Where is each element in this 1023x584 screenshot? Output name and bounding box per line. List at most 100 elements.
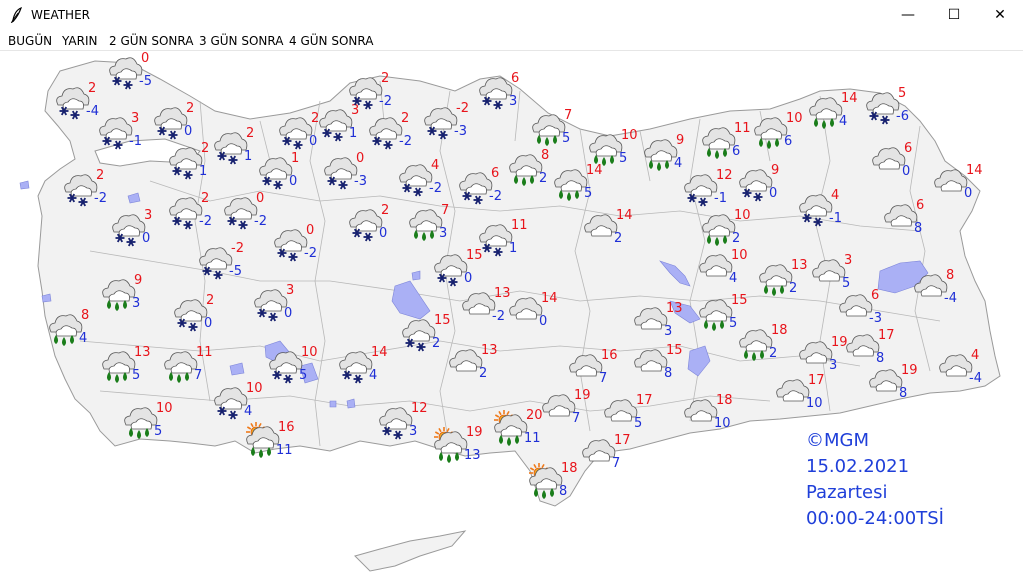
min-temp: 3	[409, 424, 417, 439]
feather-icon	[10, 7, 22, 23]
max-temp: 13	[481, 343, 498, 358]
maximize-icon: ☐	[947, 7, 961, 23]
max-temp: 16	[278, 420, 295, 435]
menu-today[interactable]: BUGÜN	[8, 34, 52, 48]
min-temp: 5	[584, 186, 592, 201]
min-temp: 0	[184, 124, 192, 139]
max-temp: 18	[771, 323, 788, 338]
min-temp: 2	[614, 231, 622, 246]
max-temp: 9	[134, 273, 142, 288]
max-temp: 2	[88, 81, 96, 96]
min-temp: -1	[129, 134, 142, 149]
date-label: 15.02.2021	[806, 456, 910, 477]
min-temp: -2	[199, 214, 212, 229]
max-temp: 15	[666, 343, 683, 358]
min-temp: 2	[432, 336, 440, 351]
max-temp: 11	[734, 121, 751, 136]
max-temp: 10	[734, 208, 751, 223]
min-temp: 1	[199, 164, 207, 179]
close-button[interactable]: ✕	[977, 0, 1023, 30]
min-temp: -2	[94, 191, 107, 206]
max-temp: 15	[434, 313, 451, 328]
max-temp: 14	[966, 163, 983, 178]
max-temp: 13	[666, 301, 683, 316]
max-temp: 14	[541, 291, 558, 306]
min-temp: 3	[132, 296, 140, 311]
min-temp: 6	[784, 134, 792, 149]
min-temp: 4	[729, 271, 737, 286]
max-temp: 2	[206, 293, 214, 308]
map-legend: ©MGM 15.02.2021 Pazartesi 00:00-24:00TSİ	[806, 428, 944, 532]
max-temp: 7	[564, 108, 572, 123]
max-temp: 2	[401, 111, 409, 126]
day-label: Pazartesi	[806, 482, 888, 503]
max-temp: 11	[196, 345, 213, 360]
max-temp: 4	[831, 188, 839, 203]
min-temp: 6	[732, 144, 740, 159]
max-temp: 16	[601, 348, 618, 363]
max-temp: 6	[491, 166, 499, 181]
max-temp: 2	[201, 141, 209, 156]
min-temp: 5	[619, 151, 627, 166]
min-temp: 3	[664, 324, 672, 339]
min-temp: 3	[509, 94, 517, 109]
min-temp: 0	[142, 231, 150, 246]
max-temp: 4	[431, 158, 439, 173]
min-temp: 5	[132, 368, 140, 383]
min-temp: -3	[354, 174, 367, 189]
max-temp: 17	[614, 433, 631, 448]
max-temp: 8	[946, 268, 954, 283]
max-temp: 10	[156, 401, 173, 416]
menu-tomorrow[interactable]: YARIN	[62, 34, 97, 48]
max-temp: 10	[731, 248, 748, 263]
min-temp: 1	[509, 241, 517, 256]
min-temp: 5	[299, 368, 307, 383]
min-temp: 2	[769, 346, 777, 361]
min-temp: -4	[969, 371, 982, 386]
min-temp: 4	[839, 114, 847, 129]
min-temp: 0	[289, 174, 297, 189]
max-temp: 19	[901, 363, 918, 378]
min-temp: -2	[492, 309, 505, 324]
max-temp: 10	[621, 128, 638, 143]
max-temp: 3	[286, 283, 294, 298]
max-temp: -2	[231, 241, 244, 256]
min-temp: 8	[899, 386, 907, 401]
max-temp: 9	[771, 163, 779, 178]
min-temp: -6	[896, 109, 909, 124]
minimize-button[interactable]: —	[885, 0, 931, 30]
max-temp: 19	[831, 335, 848, 350]
min-temp: 2	[539, 171, 547, 186]
min-temp: -5	[229, 264, 242, 279]
max-temp: 10	[786, 111, 803, 126]
min-temp: 1	[244, 149, 252, 164]
min-temp: 0	[284, 306, 292, 321]
min-temp: 5	[562, 131, 570, 146]
max-temp: 1	[291, 151, 299, 166]
menu-4-days-later[interactable]: 4 GÜN SONRA	[289, 34, 373, 48]
max-temp: 10	[301, 345, 318, 360]
max-temp: 6	[511, 71, 519, 86]
max-temp: 15	[466, 248, 483, 263]
menu-2-days-later[interactable]: 2 GÜN SONRA	[109, 34, 193, 48]
min-temp: 0	[379, 226, 387, 241]
min-temp: 10	[714, 416, 731, 431]
max-temp: 2	[381, 203, 389, 218]
min-temp: 5	[729, 316, 737, 331]
max-temp: 6	[871, 288, 879, 303]
min-temp: 11	[276, 443, 293, 458]
menu-3-days-later[interactable]: 3 GÜN SONRA	[199, 34, 283, 48]
max-temp: 2	[186, 101, 194, 116]
max-temp: 5	[898, 86, 906, 101]
max-temp: 6	[916, 198, 924, 213]
maximize-button[interactable]: ☐	[931, 0, 977, 30]
min-temp: 7	[599, 371, 607, 386]
min-temp: 5	[842, 276, 850, 291]
max-temp: 20	[526, 408, 543, 423]
max-temp: 13	[494, 286, 511, 301]
max-temp: 14	[616, 208, 633, 223]
max-temp: 3	[844, 253, 852, 268]
min-temp: 4	[244, 404, 252, 419]
max-temp: 17	[878, 328, 895, 343]
max-temp: 17	[636, 393, 653, 408]
